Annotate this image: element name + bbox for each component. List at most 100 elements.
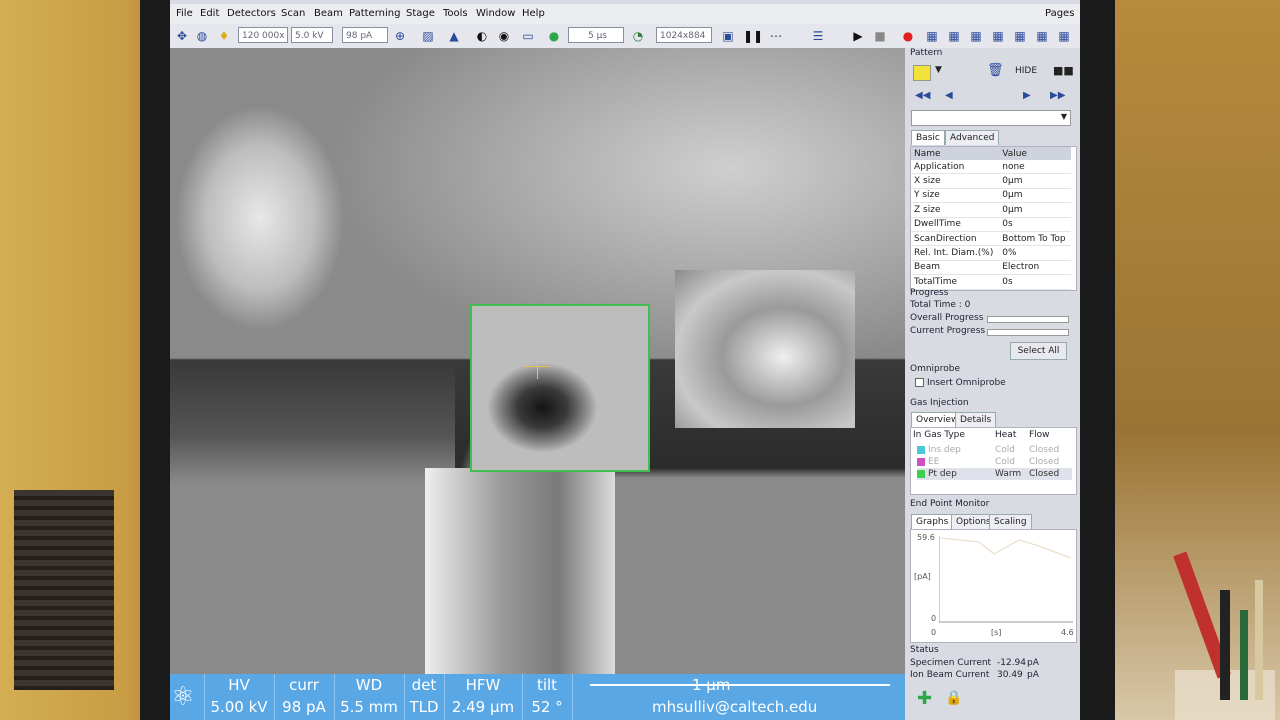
table-row[interactable]: ScanDirection Bottom To Top [911, 231, 1071, 247]
lock-icon[interactable]: 🔒 [945, 690, 962, 706]
row-value[interactable]: 0µm [999, 202, 1071, 218]
status-det: det TLD [404, 674, 445, 720]
globe-icon[interactable]: ◍ [194, 28, 210, 44]
gas-flow[interactable]: Closed [1029, 444, 1059, 456]
menu-file[interactable]: File [176, 8, 193, 19]
select-all-button[interactable]: Select All [1010, 342, 1067, 360]
graph-ymin: 0 [931, 614, 937, 623]
beam-icon[interactable]: ▲ [446, 28, 462, 44]
row-value[interactable]: 0µm [999, 173, 1071, 189]
rewind-icon[interactable]: ◀◀ [915, 90, 930, 101]
hide-button[interactable]: HIDE [1015, 66, 1037, 76]
row-value[interactable]: Electron [999, 260, 1071, 276]
status-hfw: HFW 2.49 µm [444, 674, 523, 720]
pause-icon[interactable]: ❚❚ [743, 28, 763, 44]
gas-flow[interactable]: Closed [1029, 468, 1059, 480]
menu-help[interactable]: Help [522, 8, 545, 19]
row-value[interactable]: Bottom To Top [999, 231, 1071, 247]
pattern-select-dropdown[interactable]: ▼ [911, 110, 1071, 126]
rectangle-icon[interactable]: ▭ [520, 28, 536, 44]
table-row[interactable]: Application none [911, 160, 1071, 175]
stop-icon[interactable]: ■ [872, 28, 888, 44]
gas-row[interactable]: Pt dep Warm Closed [917, 468, 1072, 480]
magnification-field[interactable]: 120 000x [238, 27, 288, 43]
gas-row[interactable]: Ins dep Cold Closed [917, 444, 1072, 456]
table-row[interactable]: DwellTime 0s [911, 217, 1071, 232]
step-back-icon[interactable]: ◀ [945, 90, 953, 101]
tab-basic[interactable]: Basic [911, 130, 945, 145]
insert-omniprobe-checkbox[interactable] [915, 378, 924, 387]
reduced-area-icon[interactable]: ▨ [420, 28, 436, 44]
microscope-software-window: File Edit Detectors Scan Beam Patterning… [170, 0, 1080, 720]
scan-lines-icon[interactable]: ⋯ [768, 28, 784, 44]
voltage-field[interactable]: 5.0 kV [291, 27, 333, 43]
menu-edit[interactable]: Edit [200, 8, 219, 19]
table-row[interactable]: Z size 0µm [911, 202, 1071, 218]
camera-icon[interactable]: ▣ [720, 28, 736, 44]
menu-patterning[interactable]: Patterning [349, 8, 400, 19]
menu-tools[interactable]: Tools [443, 8, 468, 19]
pattern-dropdown-icon[interactable]: ▼ [935, 65, 942, 75]
status-det-value: TLD [409, 698, 439, 716]
gas-heat[interactable]: Cold [995, 456, 1015, 468]
menu-pages[interactable]: Pages [1045, 8, 1074, 19]
row-name: Application [911, 160, 1000, 175]
row-value[interactable]: 0s [999, 274, 1071, 290]
resolution-field[interactable]: 1024x884 [656, 27, 712, 43]
pattern-options-icon[interactable]: ■■ [1053, 64, 1074, 77]
pattern-tool-7-icon[interactable]: ▦ [1056, 28, 1072, 44]
trash-icon[interactable]: 🗑 [987, 63, 1004, 78]
gas-heat[interactable]: Warm [995, 468, 1021, 480]
gas-col-heat: Heat [995, 430, 1017, 440]
pattern-tool-5-icon[interactable]: ▦ [1012, 28, 1028, 44]
row-value[interactable]: none [999, 160, 1071, 175]
pattern-shape-icon[interactable] [913, 65, 931, 81]
tab-scaling[interactable]: Scaling [989, 514, 1032, 529]
end-point-graph[interactable]: 59.6 [pA] 0 0 [s] 4.6 [910, 529, 1077, 643]
step-forward-icon[interactable]: ▶ [1023, 90, 1031, 101]
menu-scan[interactable]: Scan [281, 8, 305, 19]
tab-details[interactable]: Details [955, 412, 997, 427]
table-row[interactable]: X size 0µm [911, 173, 1071, 189]
sem-image-viewport[interactable] [170, 48, 905, 674]
record-icon[interactable]: ● [900, 28, 916, 44]
table-row[interactable]: Beam Electron [911, 260, 1071, 276]
gas-flow[interactable]: Closed [1029, 456, 1059, 468]
gis-valve-icon[interactable]: ✚ [917, 688, 932, 709]
green-dot-icon[interactable]: ● [546, 28, 562, 44]
pattern-tool-1-icon[interactable]: ▦ [924, 28, 940, 44]
table-row[interactable]: Y size 0µm [911, 188, 1071, 204]
grid-icon[interactable]: ✥ [174, 28, 190, 44]
contrast-icon[interactable]: ◐ [474, 28, 490, 44]
ion-current-unit: pA [1027, 670, 1039, 680]
crosshair-target-icon[interactable]: ⊕ [392, 28, 408, 44]
pattern-tool-3-icon[interactable]: ▦ [968, 28, 984, 44]
lightbulb-icon[interactable]: ♦ [216, 28, 232, 44]
status-hv-value: 5.00 kV [210, 698, 268, 716]
row-value[interactable]: 0% [999, 245, 1071, 261]
menu-detectors[interactable]: Detectors [227, 8, 276, 19]
row-name: ScanDirection [911, 231, 1000, 247]
pattern-tool-6-icon[interactable]: ▦ [1034, 28, 1050, 44]
pattern-selection-box[interactable] [470, 304, 650, 472]
clock-icon[interactable]: ◔ [630, 28, 646, 44]
menu-stage[interactable]: Stage [406, 8, 435, 19]
pattern-tool-2-icon[interactable]: ▦ [946, 28, 962, 44]
fast-forward-icon[interactable]: ▶▶ [1050, 90, 1065, 101]
gas-heat[interactable]: Cold [995, 444, 1015, 456]
scan-mode-icon[interactable]: ☰ [810, 28, 826, 44]
gas-row[interactable]: EE Cold Closed [917, 456, 1072, 468]
play-icon[interactable]: ▶ [850, 28, 866, 44]
table-row[interactable]: Rel. Int. Diam.(%) 0% [911, 245, 1071, 261]
tab-advanced[interactable]: Advanced [945, 130, 1000, 145]
menu-window[interactable]: Window [476, 8, 515, 19]
pattern-tool-4-icon[interactable]: ▦ [990, 28, 1006, 44]
table-row[interactable]: TotalTime 0s [911, 274, 1071, 290]
dwell-time-field[interactable]: 5 µs [568, 27, 624, 43]
row-value[interactable]: 0µm [999, 188, 1071, 204]
brightness-icon[interactable]: ◉ [496, 28, 512, 44]
current-field[interactable]: 98 pA [342, 27, 388, 43]
row-value[interactable]: 0s [999, 217, 1071, 232]
tab-graphs[interactable]: Graphs [911, 514, 954, 529]
menu-beam[interactable]: Beam [314, 8, 343, 19]
